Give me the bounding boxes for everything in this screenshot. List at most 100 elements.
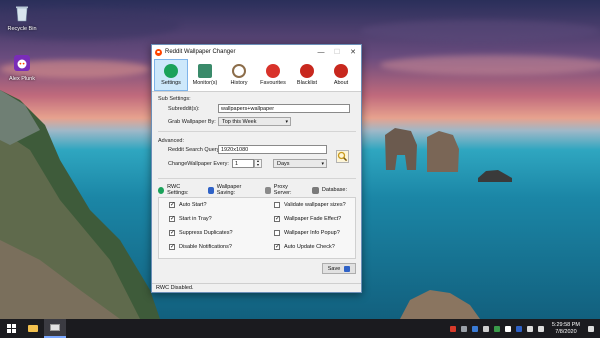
chevron-up-icon[interactable] (504, 325, 511, 332)
tab-proxy-server[interactable]: Proxy Server: (264, 184, 303, 196)
tray-icon[interactable] (493, 325, 500, 332)
checkbox-box (169, 215, 175, 222)
checkbox-box (274, 202, 280, 208)
validate-sizes-checkbox[interactable]: Validate wallpaper sizes? (274, 202, 346, 208)
toolbar-blacklist-button[interactable]: Blacklist (290, 59, 324, 91)
tab-label: Proxy Server: (273, 184, 292, 196)
tray-icon[interactable] (471, 325, 478, 332)
toolbar-monitors-button[interactable]: Monitor(s) (188, 59, 222, 91)
grab-wallpaper-select[interactable]: Top this Week ▾ (218, 117, 291, 126)
change-every-stepper[interactable]: ▲ ▼ (254, 159, 262, 168)
tab-wallpaper-saving[interactable]: Wallpaper Saving: (207, 184, 256, 196)
server-icon (264, 186, 271, 194)
toolbar-favourites-button[interactable]: Favourites (256, 59, 290, 91)
toolbar-label: Settings (161, 80, 181, 86)
recycle-bin-label: Recycle Bin (7, 26, 37, 32)
taskbar-reddit-wallpaper-changer[interactable] (44, 319, 66, 338)
suppress-duplicates-checkbox[interactable]: Suppress Duplicates? (169, 229, 233, 236)
advanced-heading: Advanced: (158, 138, 184, 144)
time-unit-select[interactable]: Days ▾ (273, 159, 327, 168)
subreddit-input[interactable]: wallpapers+wallpaper (218, 104, 350, 113)
minimize-button[interactable]: — (313, 49, 329, 56)
volume-icon[interactable] (537, 325, 544, 332)
notification-icon[interactable] (588, 325, 594, 332)
cliff-coast (0, 90, 160, 319)
toolbar-label: Favourites (260, 80, 286, 86)
toolbar-label: Blacklist (296, 80, 318, 86)
app-window-icon (50, 324, 60, 331)
title-bar[interactable]: Reddit Wallpaper Changer — ☐ ✕ (152, 45, 361, 59)
save-button[interactable]: Save (322, 263, 356, 274)
toolbar-history-button[interactable]: History (222, 59, 256, 91)
start-in-tray-checkbox[interactable]: Start in Tray? (169, 215, 212, 222)
alex-plunk-shortcut[interactable]: Alex Plunk (2, 54, 42, 82)
sub-settings-heading: Sub Settings: (158, 96, 191, 102)
magnifier-icon (337, 151, 348, 162)
start-button[interactable] (0, 319, 22, 338)
heart-icon (266, 64, 280, 78)
folder-icon (28, 325, 38, 332)
window-title: Reddit Wallpaper Changer (165, 49, 236, 55)
checkbox-label: Start in Tray? (179, 216, 212, 222)
checkbox-box (169, 201, 175, 208)
cloud (360, 20, 600, 42)
change-every-input[interactable]: 1 (232, 159, 254, 168)
taskbar-file-explorer[interactable] (22, 319, 44, 338)
save-icon (207, 186, 214, 194)
checkbox-label: Auto Start? (179, 202, 207, 208)
checkbox-box (169, 243, 175, 250)
tray-icon[interactable] (515, 325, 522, 332)
clock-date: 7/8/2020 (555, 328, 577, 335)
toolbar-settings-button[interactable]: Settings (154, 59, 188, 91)
floppy-disk-icon (344, 265, 351, 272)
block-icon (300, 64, 314, 78)
checkbox-box (274, 215, 280, 222)
taskbar-clock[interactable]: 5:29:58 PM 7/8/2020 (552, 322, 580, 336)
tab-database[interactable]: Database: (311, 185, 347, 195)
reddit-tray-icon[interactable] (449, 325, 456, 332)
tray-icon[interactable] (482, 325, 489, 332)
gear-icon (164, 64, 178, 78)
search-query-input[interactable]: 1920x1080 (218, 145, 327, 154)
auto-start-checkbox[interactable]: Auto Start? (169, 201, 207, 208)
taskbar: 5:29:58 PM 7/8/2020 (0, 319, 600, 338)
checkbox-box (169, 229, 175, 236)
recycle-bin-shortcut[interactable]: Recycle Bin (2, 4, 42, 32)
monitor-icon (198, 64, 212, 78)
tray-icon[interactable] (460, 325, 467, 332)
checkbox-label: Wallpaper Info Popup? (284, 230, 340, 236)
gear-icon (158, 186, 165, 194)
clock-icon (232, 64, 246, 78)
checkbox-label: Validate wallpaper sizes? (284, 202, 346, 208)
checkbox-box (274, 230, 280, 236)
windows-logo-icon (6, 324, 16, 333)
tab-rwc-settings[interactable]: RWC Settings: (158, 184, 199, 196)
network-icon[interactable] (526, 325, 533, 332)
recycle-bin-icon (16, 6, 28, 22)
checkbox-label: Disable Notifications? (179, 244, 232, 250)
fade-effect-checkbox[interactable]: Wallpaper Fade Effect? (274, 215, 341, 222)
search-button[interactable] (336, 150, 349, 163)
search-query-label: Reddit Search Query: (168, 147, 221, 153)
save-label: Save (327, 265, 341, 272)
subreddit-label: Subreddit(s): (168, 106, 200, 112)
small-rock (478, 170, 512, 182)
info-popup-checkbox[interactable]: Wallpaper Info Popup? (274, 230, 340, 236)
toolbar-about-button[interactable]: About (324, 59, 358, 91)
disable-notifications-checkbox[interactable]: Disable Notifications? (169, 243, 232, 250)
grab-wallpaper-value: Top this Week (222, 119, 257, 125)
settings-tabs: RWC Settings: Wallpaper Saving: Proxy Se… (158, 184, 356, 196)
rwc-settings-panel: Auto Start? Start in Tray? Suppress Dupl… (158, 197, 356, 259)
change-every-label: ChangeWallpaper Every: (168, 161, 229, 167)
close-button[interactable]: ✕ (345, 48, 361, 56)
clock-time: 5:29:58 PM (551, 321, 580, 328)
tab-label: Database: (321, 187, 347, 193)
main-toolbar: Settings Monitor(s) History Favourites B… (152, 59, 361, 92)
auto-update-checkbox[interactable]: Auto Update Check? (274, 243, 335, 250)
tab-label: RWC Settings: (167, 184, 189, 196)
alex-plunk-label: Alex Plunk (9, 76, 35, 82)
toolbar-label: Monitor(s) (192, 80, 218, 86)
grab-wallpaper-label: Grab Wallpaper By: (168, 119, 216, 125)
checkbox-label: Auto Update Check? (284, 244, 335, 250)
maximize-button[interactable]: ☐ (329, 48, 345, 56)
